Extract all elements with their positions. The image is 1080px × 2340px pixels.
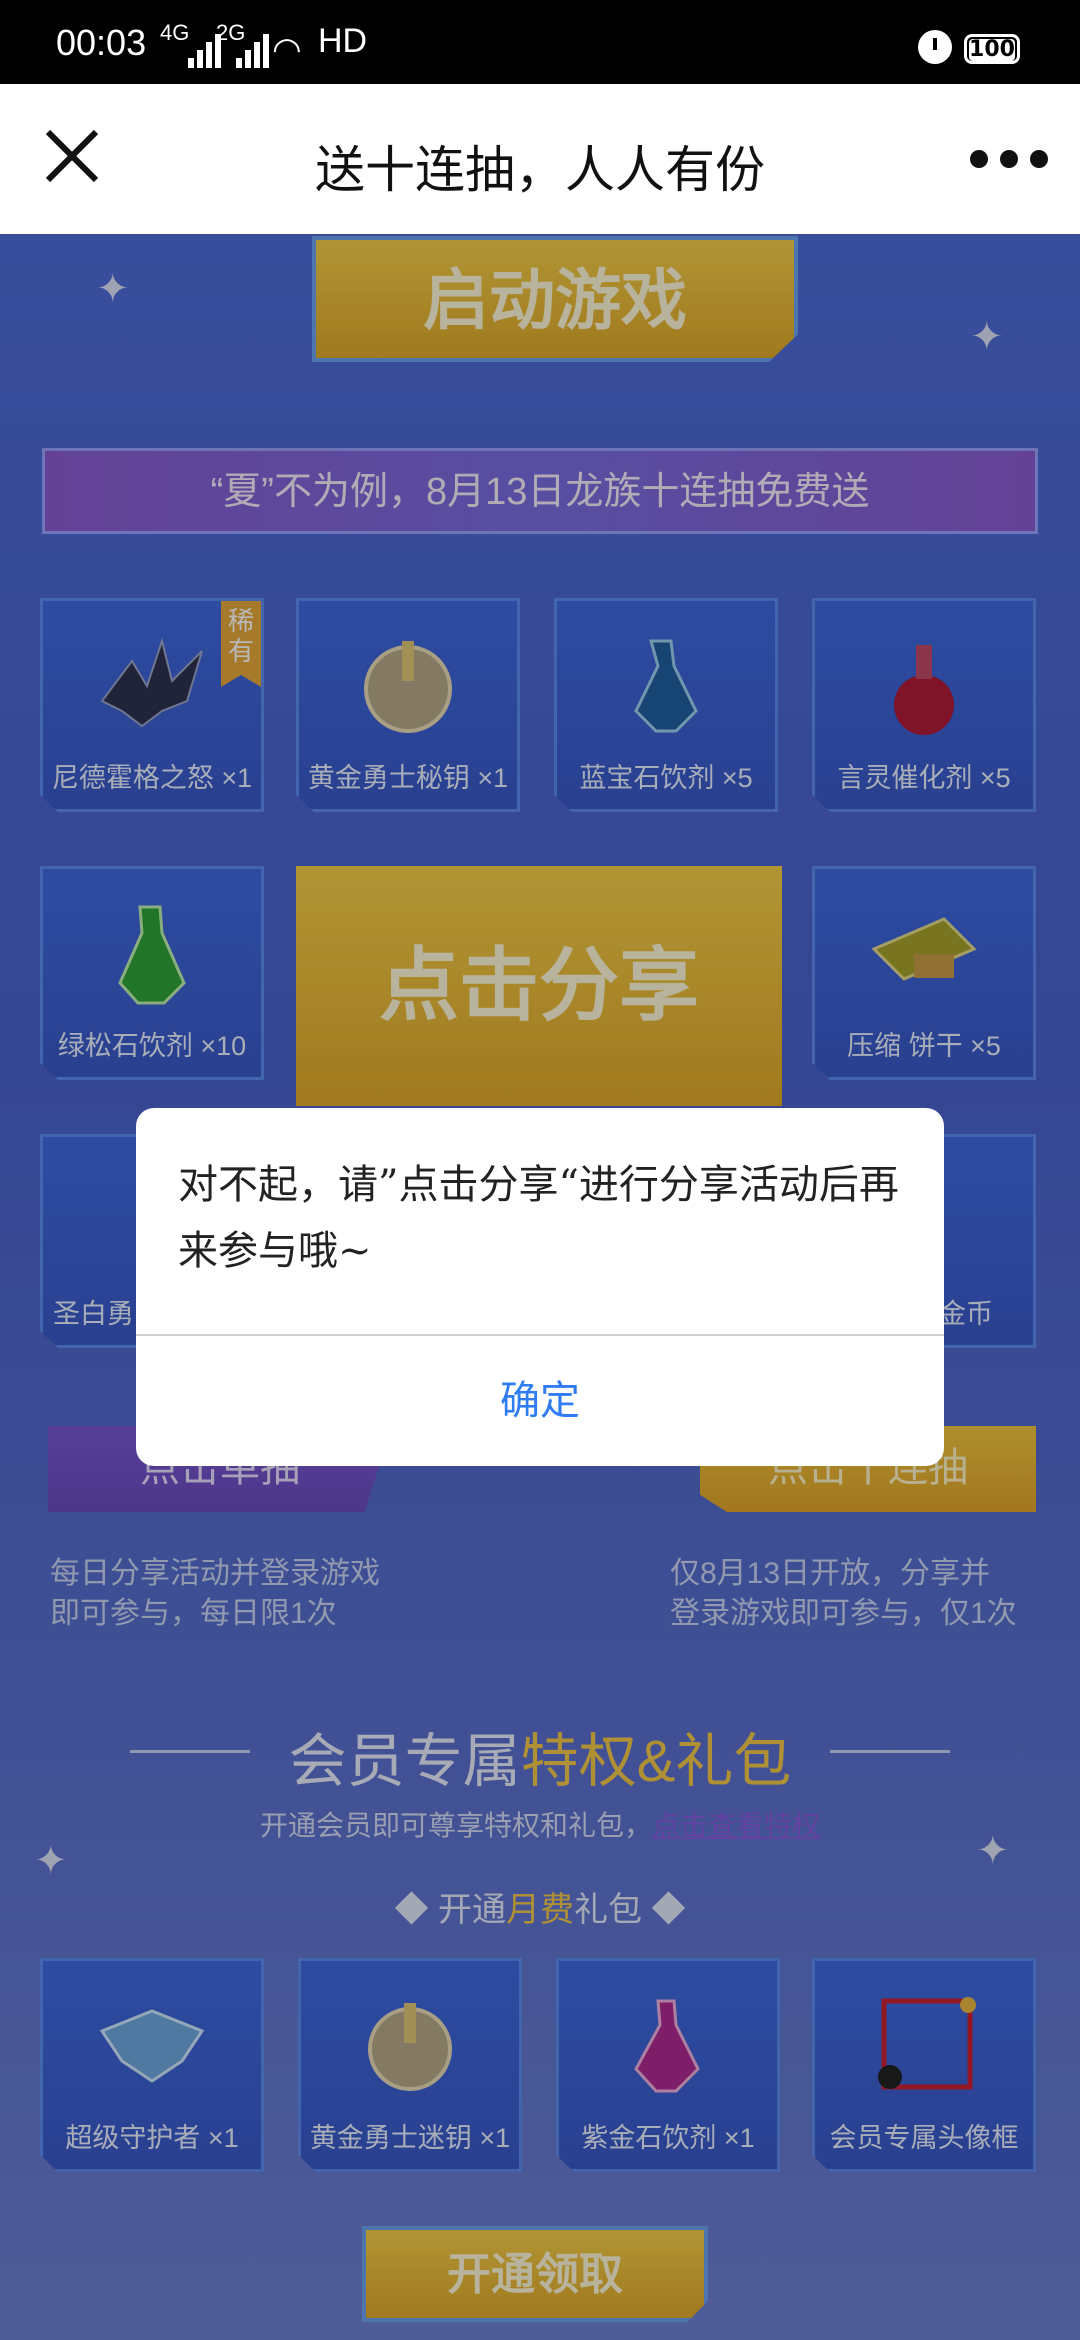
battery-icon: 100 xyxy=(964,34,1020,64)
status-bar: 00:03 4G 2G ◠ HD 100 xyxy=(0,0,1080,84)
more-options-icon[interactable] xyxy=(970,150,1050,170)
dialog-message: 对不起，请”点击分享“进行分享活动后再来参与哦~ xyxy=(178,1162,899,1274)
network-label-1: 4G xyxy=(160,20,190,45)
hd-label: HD xyxy=(318,22,368,60)
alert-dialog: 对不起，请”点击分享“进行分享活动后再来参与哦~ 确定 xyxy=(136,1108,944,1466)
wifi-icon: ◠ xyxy=(272,30,302,70)
title-bar: 送十连抽，人人有份 xyxy=(0,84,1080,234)
alarm-icon xyxy=(918,30,952,64)
status-time: 00:03 xyxy=(56,22,147,63)
page-title: 送十连抽，人人有份 xyxy=(315,141,765,199)
confirm-button[interactable]: 确定 xyxy=(136,1336,944,1466)
signal-icon-2 xyxy=(236,34,276,68)
